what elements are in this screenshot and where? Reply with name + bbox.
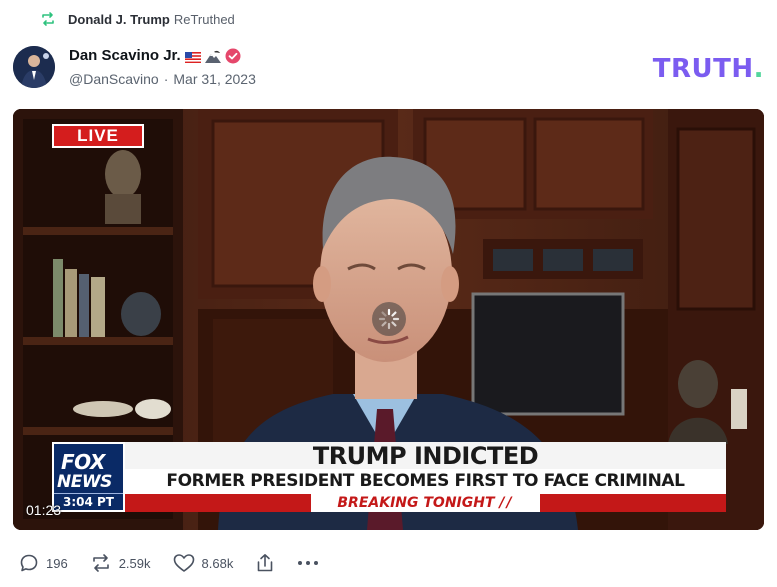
avatar[interactable] (13, 46, 55, 88)
reply-button[interactable]: 196 (19, 553, 68, 573)
headline: TRUMP INDICTED (125, 442, 726, 470)
like-button[interactable]: 8.68k (173, 553, 234, 573)
like-count: 8.68k (201, 555, 234, 571)
reply-icon (19, 553, 39, 573)
retruth-button[interactable]: 2.59k (90, 553, 151, 573)
network-line2: NEWS (57, 472, 112, 492)
subheadline: FORMER PRESIDENT BECOMES FIRST TO FACE C… (125, 469, 726, 516)
author-handle[interactable]: @DanScavino (69, 71, 159, 87)
action-bar: 196 2.59k 8.68k (19, 553, 319, 573)
more-icon (297, 560, 319, 566)
fox-news-logo: FOX NEWS 3:04 PT (52, 442, 125, 512)
heart-icon (173, 553, 195, 573)
us-flag-icon (184, 50, 201, 63)
video-player[interactable]: LIVE FOX NEWS 3:04 PT TRUMP INDICTED FOR… (13, 109, 764, 530)
live-badge: LIVE (52, 124, 144, 148)
verified-icon (225, 48, 241, 64)
retruth-count: 2.59k (118, 555, 151, 571)
news-chyron: FOX NEWS 3:04 PT TRUMP INDICTED FORMER P… (52, 442, 726, 516)
reply-count: 196 (46, 555, 68, 571)
breaking-stripes: // (499, 495, 514, 511)
retruth-label: ReTruthed (173, 11, 235, 27)
eagle-mountain-icon (204, 50, 221, 63)
retruth-action-icon (90, 553, 112, 573)
author-name[interactable]: Dan Scavino Jr. (69, 47, 181, 64)
breaking-label: BREAKING TONIGHT (337, 495, 495, 511)
more-button[interactable] (297, 560, 319, 566)
post-author: Dan Scavino Jr. @DanScavino · Mar 31, 20… (69, 47, 256, 87)
video-timecode: 01:23 (26, 502, 62, 518)
post-date[interactable]: Mar 31, 2023 (173, 71, 256, 87)
retruth-author[interactable]: Donald J. Trump (68, 12, 170, 27)
share-button[interactable] (255, 553, 275, 573)
spinner-icon (372, 302, 406, 336)
truth-logo: TRUTH. (652, 54, 764, 84)
network-line1: FOX (61, 450, 105, 474)
breaking-banner: BREAKING TONIGHT // (125, 494, 726, 512)
separator: · (163, 71, 169, 87)
retruth-banner: Donald J. Trump ReTruthed (40, 11, 235, 27)
network-time: 3:04 PT (54, 493, 123, 510)
share-icon (255, 553, 275, 573)
retruth-icon (40, 11, 56, 27)
